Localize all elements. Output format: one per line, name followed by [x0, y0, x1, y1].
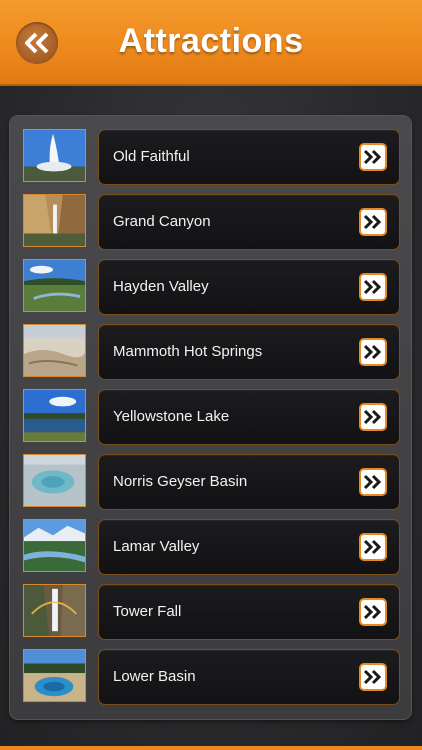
chevron-right-button[interactable]: [359, 273, 387, 301]
chevron-right-button[interactable]: [359, 143, 387, 171]
double-chevron-right-icon: [363, 539, 382, 555]
attraction-button[interactable]: Yellowstone Lake: [98, 389, 400, 445]
attraction-button[interactable]: Old Faithful: [98, 129, 400, 185]
chevron-right-button[interactable]: [359, 403, 387, 431]
attraction-label: Tower Fall: [113, 603, 182, 620]
attraction-label: Yellowstone Lake: [113, 408, 230, 425]
chevron-right-button[interactable]: [359, 533, 387, 561]
double-chevron-right-icon: [363, 604, 382, 620]
list-item[interactable]: Old Faithful: [23, 129, 400, 185]
list-item[interactable]: Lamar Valley: [23, 519, 400, 575]
list-item[interactable]: Norris Geyser Basin: [23, 454, 400, 510]
thumbnail-image: [23, 584, 86, 637]
list-item[interactable]: Tower Fall: [23, 584, 400, 640]
attraction-label: Lamar Valley: [113, 538, 200, 555]
attraction-button[interactable]: Norris Geyser Basin: [98, 454, 400, 510]
double-chevron-right-icon: [363, 279, 382, 295]
attraction-button[interactable]: Hayden Valley: [98, 259, 400, 315]
thumbnail-image: [23, 259, 86, 312]
page-title: Attractions: [118, 22, 304, 60]
thumbnail-image: [23, 324, 86, 377]
chevron-right-button[interactable]: [359, 468, 387, 496]
chevron-right-button[interactable]: [359, 338, 387, 366]
attraction-label: Hayden Valley: [113, 278, 209, 295]
bottom-accent-bar: [0, 746, 422, 750]
attraction-button[interactable]: Grand Canyon: [98, 194, 400, 250]
attraction-button[interactable]: Lower Basin: [98, 649, 400, 705]
list-item[interactable]: Mammoth Hot Springs: [23, 324, 400, 380]
list-item[interactable]: Hayden Valley: [23, 259, 400, 315]
chevron-right-button[interactable]: [359, 598, 387, 626]
list-item[interactable]: Lower Basin: [23, 649, 400, 705]
attraction-label: Old Faithful: [113, 148, 190, 165]
double-chevron-right-icon: [363, 669, 382, 685]
chevron-right-button[interactable]: [359, 208, 387, 236]
double-chevron-right-icon: [363, 474, 382, 490]
attraction-button[interactable]: Tower Fall: [98, 584, 400, 640]
attraction-button[interactable]: Mammoth Hot Springs: [98, 324, 400, 380]
attraction-button[interactable]: Lamar Valley: [98, 519, 400, 575]
chevron-right-button[interactable]: [359, 663, 387, 691]
thumbnail-image: [23, 389, 86, 442]
thumbnail-image: [23, 129, 86, 182]
attraction-label: Lower Basin: [113, 668, 196, 685]
thumbnail-image: [23, 454, 86, 507]
app-header: Attractions: [0, 0, 422, 86]
thumbnail-image: [23, 649, 86, 702]
attractions-list: Old Faithful Grand Canyon Hayden Valley …: [10, 116, 411, 719]
double-chevron-right-icon: [363, 149, 382, 165]
attraction-label: Norris Geyser Basin: [113, 473, 248, 490]
double-chevron-right-icon: [363, 214, 382, 230]
thumbnail-image: [23, 519, 86, 572]
attraction-label: Mammoth Hot Springs: [113, 343, 263, 360]
thumbnail-image: [23, 194, 86, 247]
double-chevron-right-icon: [363, 344, 382, 360]
attraction-label: Grand Canyon: [113, 213, 211, 230]
list-item[interactable]: Yellowstone Lake: [23, 389, 400, 445]
list-item[interactable]: Grand Canyon: [23, 194, 400, 250]
double-chevron-right-icon: [363, 409, 382, 425]
